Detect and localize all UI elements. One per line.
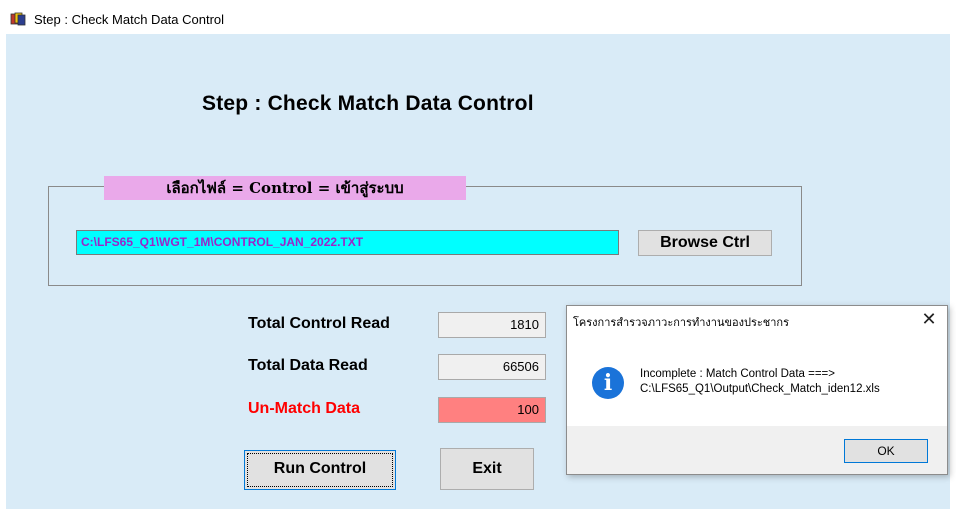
control-file-path-input[interactable]: C:\LFS65_Q1\WGT_1M\CONTROL_JAN_2022.TXT (76, 230, 619, 255)
file-select-legend: เลือกไฟล์ = Control = เข้าสู่ระบบ (104, 176, 466, 200)
unmatch-data-field[interactable]: 100 (438, 397, 546, 423)
main-window: Step : Check Match Data Control Step : C… (6, 6, 950, 509)
dialog-message: Incomplete : Match Control Data ===> C:\… (640, 367, 880, 397)
dialog-title: โครงการสำรวจภาวะการทำงานของประชากร (573, 316, 789, 329)
total-data-read-label: Total Data Read (248, 357, 368, 374)
dialog-message-line1: Incomplete : Match Control Data ===> (640, 368, 835, 380)
exit-button[interactable]: Exit (440, 448, 534, 490)
ok-button[interactable]: OK (844, 439, 928, 463)
run-control-button[interactable]: Run Control (244, 450, 396, 490)
title-bar: Step : Check Match Data Control (6, 6, 950, 34)
dialog-message-line2: C:\LFS65_Q1\Output\Check_Match_iden12.xl… (640, 383, 880, 395)
total-data-read-field[interactable]: 66506 (438, 354, 546, 380)
app-cards-icon (10, 12, 26, 26)
total-control-read-field[interactable]: 1810 (438, 312, 546, 338)
total-control-read-label: Total Control Read (248, 315, 390, 332)
page-title: Step : Check Match Data Control (202, 92, 534, 115)
message-dialog: โครงการสำรวจภาวะการทำงานของประชากร ✕ i I… (566, 305, 948, 475)
info-icon: i (592, 367, 624, 399)
close-icon[interactable]: ✕ (919, 310, 939, 330)
browse-ctrl-button[interactable]: Browse Ctrl (638, 230, 772, 256)
unmatch-data-label: Un-Match Data (248, 400, 361, 417)
window-title: Step : Check Match Data Control (34, 12, 225, 27)
